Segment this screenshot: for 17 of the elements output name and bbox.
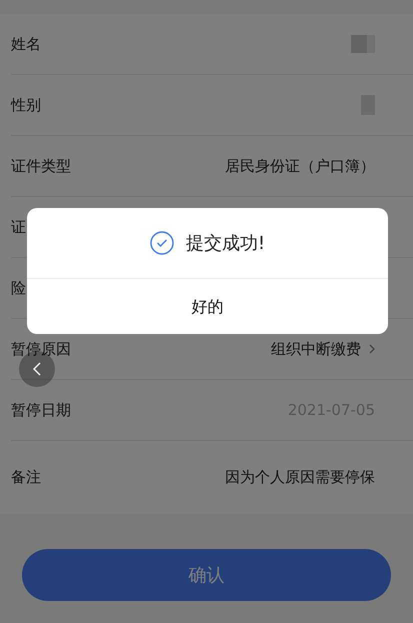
field-label: 险	[11, 280, 26, 296]
field-label: 证件类型	[11, 158, 71, 174]
field-value: 因为个人原因需要停保	[225, 467, 375, 488]
ok-button[interactable]: 好的	[27, 279, 388, 334]
field-label: 性别	[11, 98, 41, 112]
field-label: 备注	[11, 470, 41, 485]
field-value: 组织中断缴费	[271, 338, 361, 360]
field-value: 居民身份证（户口簿）	[225, 156, 375, 177]
redacted-block	[351, 35, 375, 53]
field-label: 暂停日期	[11, 402, 71, 418]
chevron-right-icon	[369, 344, 375, 354]
check-circle-icon	[150, 231, 174, 255]
field-label: 证	[11, 220, 26, 234]
field-label: 姓名	[11, 36, 41, 52]
dialog-message: 提交成功!	[186, 232, 266, 256]
field-label: 暂停原因	[11, 342, 71, 356]
chevron-left-icon	[33, 362, 41, 376]
